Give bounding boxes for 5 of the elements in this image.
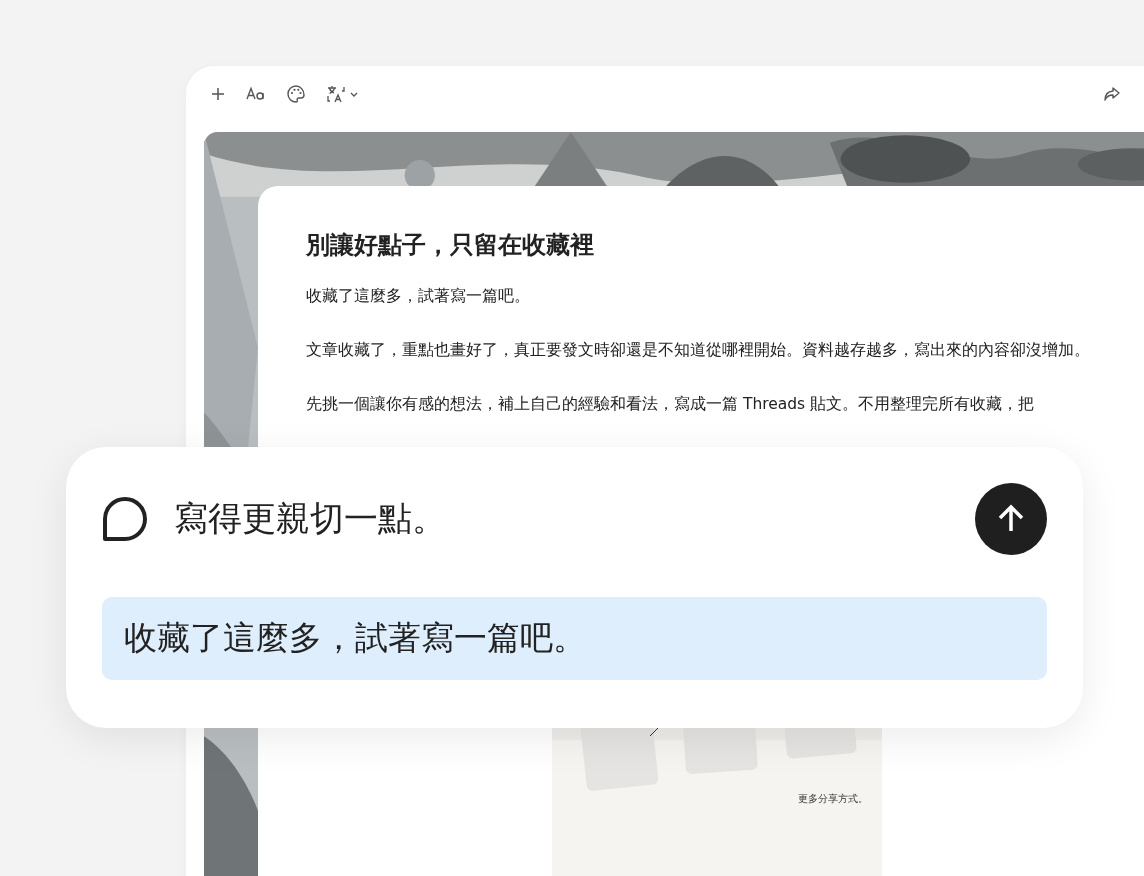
translate-icon — [326, 84, 346, 104]
chat-bubble-icon — [102, 496, 148, 542]
font-icon — [246, 86, 266, 102]
plus-icon — [210, 86, 226, 102]
palette-icon — [286, 84, 306, 104]
